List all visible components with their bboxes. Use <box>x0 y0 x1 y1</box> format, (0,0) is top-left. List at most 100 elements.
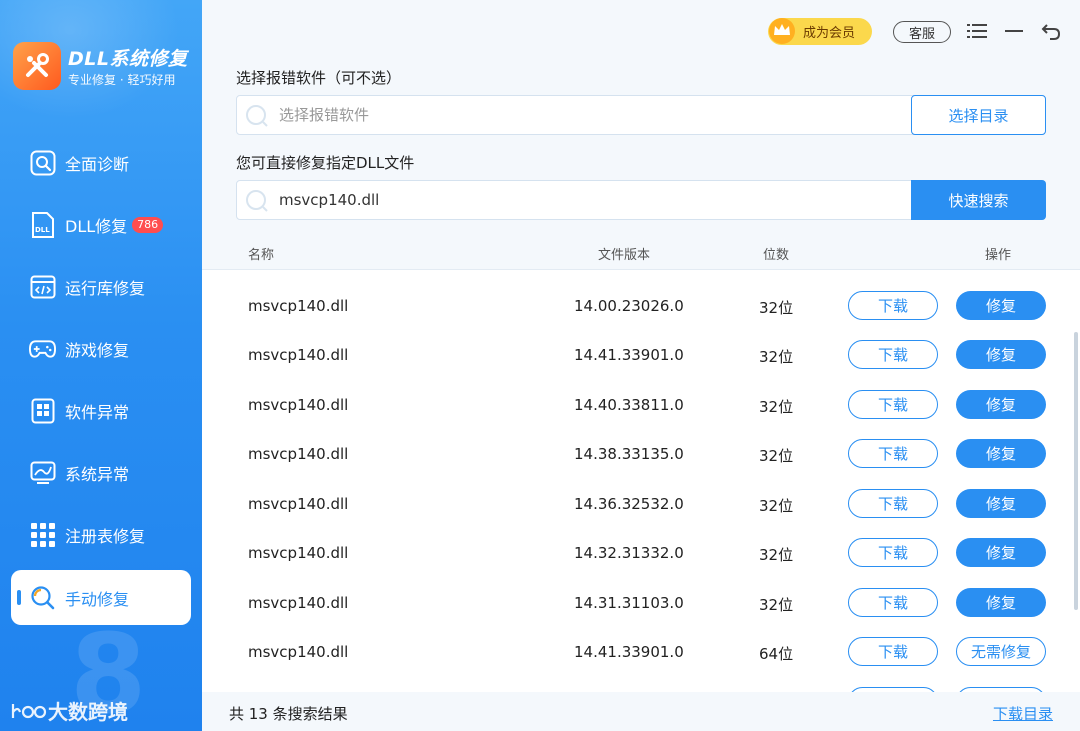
download-button[interactable]: 下载 <box>848 390 938 419</box>
cell-version: 14.38.33135.0 <box>574 445 684 463</box>
cell-bits: 32位 <box>759 497 794 515</box>
quick-search-button[interactable]: 快速搜索 <box>911 180 1046 220</box>
result-count: 共 13 条搜索结果 <box>229 705 348 723</box>
cell-name: msvcp140.dll <box>248 594 349 612</box>
cell-name: msvcp140.dll <box>248 495 349 513</box>
cell-version: 14.40.33811.0 <box>574 396 684 414</box>
sidebar-item-label: 系统异常 <box>65 465 130 484</box>
count-badge: 786 <box>132 217 164 233</box>
table-header: 名称 文件版本 位数 操作 <box>202 234 1080 270</box>
fix-button[interactable]: 修复 <box>956 291 1046 320</box>
sidebar-item-system-error[interactable]: 系统异常 <box>0 442 202 504</box>
cell-bits: 64位 <box>759 645 794 663</box>
column-header-version: 文件版本 <box>598 248 651 263</box>
app-subtitle: 专业修复 · 轻巧好用 <box>68 73 176 87</box>
software-select-field[interactable]: 选择目录 <box>236 95 1046 135</box>
footer-bar: 共 13 条搜索结果 下载目录 <box>202 692 1080 731</box>
sidebar-item-registry-repair[interactable]: 注册表修复 <box>0 504 202 566</box>
cell-name: msvcp140.dll <box>248 544 349 562</box>
download-button[interactable]: 下载 <box>848 637 938 666</box>
fix-button[interactable]: 修复 <box>956 588 1046 617</box>
customer-service-button[interactable]: 客服 <box>893 21 951 43</box>
dots-grid-icon <box>29 522 56 549</box>
dll-input[interactable] <box>279 181 899 219</box>
cell-version: 14.31.31103.0 <box>574 594 684 612</box>
menu-icon[interactable] <box>966 20 988 42</box>
cell-version: 14.00.23026.0 <box>574 297 684 315</box>
cell-bits: 32位 <box>759 348 794 366</box>
svg-text:DLL: DLL <box>35 226 50 234</box>
cell-bits: 32位 <box>759 398 794 416</box>
top-bar: 成为会员 客服 <box>202 0 1080 62</box>
fix-button[interactable]: 修复 <box>956 538 1046 567</box>
app-title: DLL系统修复 <box>68 48 188 70</box>
table-row: msvcp140.dll 14.38.33135.0 32位 下载 修复 <box>202 430 1072 479</box>
cell-bits: 32位 <box>759 299 794 317</box>
sidebar-item-dll-repair[interactable]: DLL DLL修复 786 <box>0 194 202 256</box>
search-icon <box>245 189 269 217</box>
main-panel: 选择报错软件（可不选） 选择目录 您可直接修复指定DLL文件 快速搜索 名称 文… <box>202 62 1080 731</box>
table-row: msvcp140.dll 14.40.33811.0 32位 下载 修复 <box>202 381 1072 430</box>
watermark-logo-icon <box>11 703 47 718</box>
app-logo <box>13 42 61 90</box>
column-header-action: 操作 <box>985 248 1012 263</box>
chart-monitor-icon <box>29 460 56 487</box>
sidebar-item-label: 游戏修复 <box>65 341 130 360</box>
magnify-refresh-icon <box>29 584 56 611</box>
software-input[interactable] <box>279 96 899 134</box>
sidebar-item-software-error[interactable]: 软件异常 <box>0 380 202 442</box>
minimize-icon[interactable] <box>1004 20 1026 42</box>
fix-button[interactable]: 修复 <box>956 390 1046 419</box>
table-row: msvcp140.dll 14.41.33901.0 64位 下载 无需修复 <box>202 628 1072 677</box>
search-icon <box>29 150 56 177</box>
watermark: 大数跨境 <box>10 696 128 725</box>
fix-button[interactable]: 修复 <box>956 439 1046 468</box>
sidebar-item-label: DLL修复 <box>65 217 128 236</box>
crown-icon <box>766 14 798 50</box>
cell-bits: 32位 <box>759 447 794 465</box>
sidebar-item-label: 手动修复 <box>65 589 130 609</box>
download-button[interactable]: 下载 <box>848 439 938 468</box>
download-button[interactable]: 下载 <box>848 340 938 369</box>
cell-bits: 32位 <box>759 546 794 564</box>
sidebar-item-runtime-repair[interactable]: 运行库修复 <box>0 256 202 318</box>
back-icon[interactable] <box>1040 20 1062 42</box>
no-fix-needed-button[interactable]: 无需修复 <box>956 637 1046 666</box>
cell-bits: 32位 <box>759 596 794 614</box>
fix-button[interactable]: 修复 <box>956 489 1046 518</box>
dll-label: 您可直接修复指定DLL文件 <box>236 154 415 172</box>
vip-button[interactable]: 成为会员 <box>768 18 872 45</box>
cell-version: 14.36.32532.0 <box>574 495 684 513</box>
download-directory-link[interactable]: 下载目录 <box>993 703 1053 724</box>
table-row: msvcp140.dll 14.00.23026.0 32位 下载 修复 <box>202 282 1072 331</box>
code-window-icon <box>29 274 56 301</box>
cell-name: msvcp140.dll <box>248 445 349 463</box>
sidebar-item-full-diagnosis[interactable]: 全面诊断 <box>0 132 202 194</box>
sidebar-item-game-repair[interactable]: 游戏修复 <box>0 318 202 380</box>
table-scrollbar[interactable] <box>1074 332 1078 610</box>
cell-version: 14.41.33901.0 <box>574 346 684 364</box>
dll-search-field[interactable]: 快速搜索 <box>236 180 1046 220</box>
vip-label: 成为会员 <box>803 26 856 41</box>
column-header-name: 名称 <box>248 248 275 263</box>
fix-button[interactable]: 修复 <box>956 340 1046 369</box>
wrench-tools-icon <box>26 53 49 77</box>
table-row: msvcp140.dll 14.32.31332.0 32位 下载 修复 <box>202 529 1072 578</box>
cell-version: 14.32.31332.0 <box>574 544 684 562</box>
dll-file-icon: DLL <box>29 212 56 239</box>
column-header-bits: 位数 <box>763 248 790 263</box>
sidebar-item-label: 运行库修复 <box>65 279 146 298</box>
download-button[interactable]: 下载 <box>848 291 938 320</box>
table-row: msvcp140.dll 14.41.33901.0 32位 下载 修复 <box>202 331 1072 380</box>
search-icon <box>245 104 269 132</box>
cell-version: 14.41.33901.0 <box>574 643 684 661</box>
download-button[interactable]: 下载 <box>848 538 938 567</box>
gamepad-icon <box>29 336 56 363</box>
select-directory-button[interactable]: 选择目录 <box>911 95 1046 135</box>
app-grid-icon <box>29 398 56 425</box>
download-button[interactable]: 下载 <box>848 489 938 518</box>
cell-name: msvcp140.dll <box>248 297 349 315</box>
download-button[interactable]: 下载 <box>848 588 938 617</box>
sidebar-item-label: 注册表修复 <box>65 527 146 546</box>
table-row: msvcp140.dll 14.36.32532.0 32位 下载 修复 <box>202 480 1072 529</box>
